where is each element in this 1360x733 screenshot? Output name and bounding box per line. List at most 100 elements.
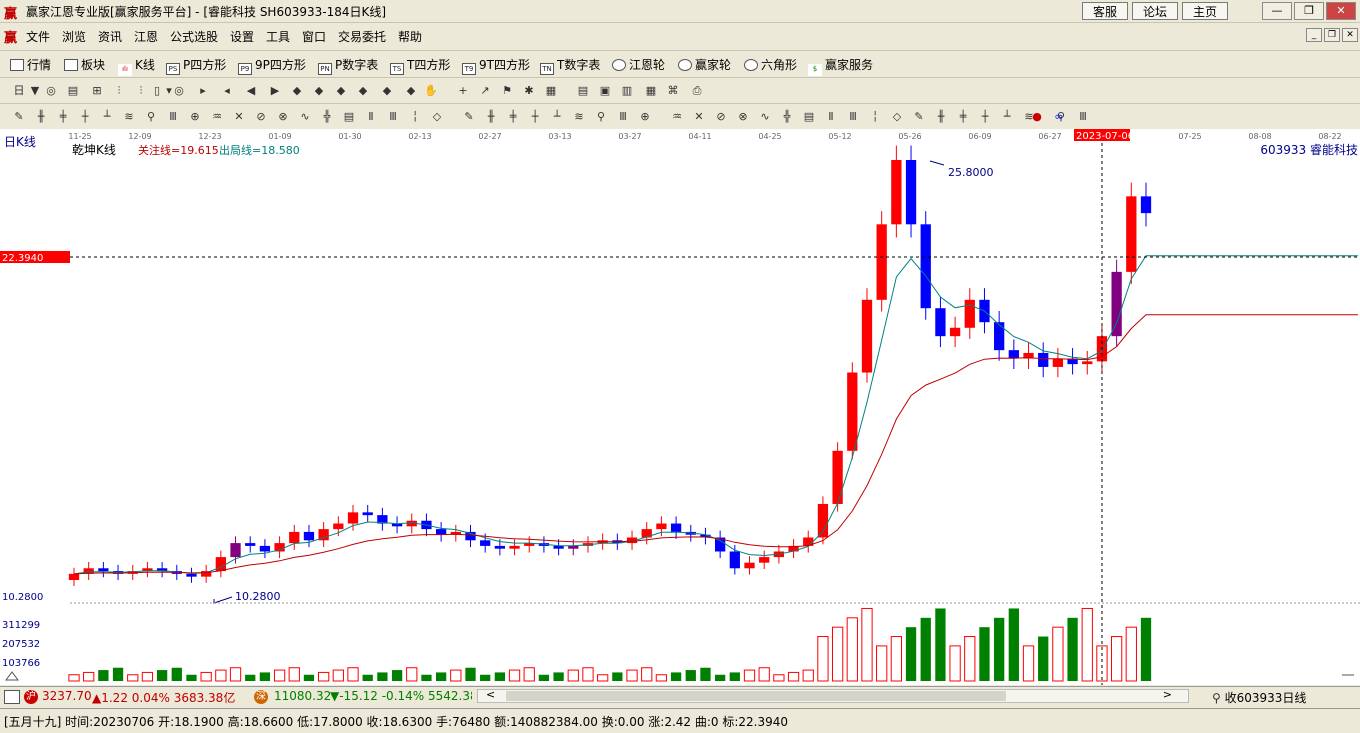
- toolbar2-tool-icon[interactable]: ↗: [478, 84, 492, 98]
- toolbar3-tool-icon[interactable]: ⊗: [736, 110, 750, 124]
- forum-button[interactable]: 论坛: [1132, 2, 1178, 20]
- menu-formula[interactable]: 公式选股: [170, 28, 218, 45]
- toolbar3-tool-icon[interactable]: ┴: [550, 110, 564, 124]
- toolbar2-tool-icon[interactable]: ✱: [522, 84, 536, 98]
- menu-info[interactable]: 资讯: [98, 28, 122, 45]
- scroll-left-icon[interactable]: <: [486, 688, 495, 701]
- menu-gann[interactable]: 江恩: [134, 28, 158, 45]
- toolbar3-tool-icon[interactable]: ⊗: [276, 110, 290, 124]
- toolbar2-tool-icon[interactable]: ◆: [290, 84, 304, 98]
- toolbar3-tool-icon[interactable]: ✕: [232, 110, 246, 124]
- toolbar3-tool-icon[interactable]: ╪: [506, 110, 520, 124]
- toolbar2-tool-icon[interactable]: ▥: [620, 84, 634, 98]
- scroll-right-icon[interactable]: >: [1163, 688, 1172, 701]
- toolbar3-tool-icon[interactable]: ╪: [956, 110, 970, 124]
- toolbar2-tool-icon[interactable]: ⫶: [112, 84, 126, 98]
- toolbar2-tool-icon[interactable]: ◆: [380, 84, 394, 98]
- menu-help[interactable]: 帮助: [398, 28, 422, 45]
- toolbar3-tool-icon[interactable]: Ⅲ: [1076, 110, 1090, 124]
- toolbar3-tool-icon[interactable]: ✎: [12, 110, 26, 124]
- menu-window[interactable]: 窗口: [302, 28, 326, 45]
- toolbar3-tool-icon[interactable]: ┼: [78, 110, 92, 124]
- toolbar3-tool-icon[interactable]: Ⅱ: [824, 110, 838, 124]
- scroll-up-icon[interactable]: [5, 671, 19, 681]
- toolbar2-tool-icon[interactable]: ✋: [424, 84, 438, 98]
- mdi-restore-icon[interactable]: ❐: [1324, 28, 1340, 42]
- homepage-button[interactable]: 主页: [1182, 2, 1228, 20]
- toolbar3-tool-icon[interactable]: ╫: [934, 110, 948, 124]
- toolbar2-tool-icon[interactable]: ▦: [544, 84, 558, 98]
- menu-browse[interactable]: 浏览: [62, 28, 86, 45]
- toolbar3-tool-icon[interactable]: Ⅲ: [386, 110, 400, 124]
- toolbar3-tool-icon[interactable]: ⊘: [254, 110, 268, 124]
- toolbar2-tool-icon[interactable]: ⊞: [90, 84, 104, 98]
- tb-t-table[interactable]: TN T数字表: [540, 56, 600, 75]
- toolbar3-tool-icon[interactable]: ⚲: [144, 110, 158, 124]
- toolbar2-tool-icon[interactable]: ▶: [268, 84, 282, 98]
- tb-p-table[interactable]: PN P数字表: [318, 56, 378, 75]
- toolbar3-tool-icon[interactable]: ╬: [780, 110, 794, 124]
- toolbar3-tool-icon[interactable]: ⚲: [594, 110, 608, 124]
- toolbar3-tool-icon[interactable]: Ⅲ: [166, 110, 180, 124]
- toolbar3-tool-icon[interactable]: ◇: [430, 110, 444, 124]
- menu-settings[interactable]: 设置: [230, 28, 254, 45]
- chart-area[interactable]: 11-25 12-09 12-23 01-09 01-30 02-13 02-27 03-13…: [0, 129, 1360, 685]
- toolbar2-tool-icon[interactable]: ◆: [312, 84, 326, 98]
- toolbar3-tool-icon[interactable]: Ⅱ: [364, 110, 378, 124]
- toolbar2-tool-icon[interactable]: ◆: [356, 84, 370, 98]
- toolbar2-tool-icon[interactable]: ⫶: [134, 84, 148, 98]
- toolbar2-tool-icon[interactable]: ◎: [172, 84, 186, 98]
- menu-trade[interactable]: 交易委托: [338, 28, 386, 45]
- toolbar3-tool-icon[interactable]: ♒: [670, 110, 684, 124]
- infinity-icon[interactable]: ∞: [1052, 110, 1066, 124]
- tb-winner-wheel[interactable]: 赢家轮: [678, 56, 731, 73]
- toolbar3-tool-icon[interactable]: ✎: [462, 110, 476, 124]
- toolbar2-tool-icon[interactable]: ◆: [404, 84, 418, 98]
- toolbar3-tool-icon[interactable]: ╎: [408, 110, 422, 124]
- tb-sectors[interactable]: 板块: [64, 56, 105, 73]
- toolbar3-tool-icon[interactable]: ┴: [1000, 110, 1014, 124]
- kline-chart[interactable]: 11-25 12-09 12-23 01-09 01-30 02-13 02-27 03-13…: [0, 129, 1360, 685]
- tb-p-square[interactable]: PS P四方形: [166, 56, 226, 75]
- toolbar3-tool-icon[interactable]: ╪: [56, 110, 70, 124]
- tb-t-square[interactable]: TS T四方形: [390, 56, 450, 75]
- toolbar3-tool-icon[interactable]: ▤: [802, 110, 816, 124]
- toolbar3-tool-icon[interactable]: ⊘: [714, 110, 728, 124]
- horizontal-scrollbar[interactable]: < >: [477, 688, 1189, 703]
- toolbar2-tool-icon[interactable]: ◀: [244, 84, 258, 98]
- tb-quotes[interactable]: 行情: [10, 56, 51, 73]
- toolbar2-tool-icon[interactable]: ▦: [644, 84, 658, 98]
- toolbar2-tool-icon[interactable]: ▣: [598, 84, 612, 98]
- toolbar3-tool-icon[interactable]: ╬: [320, 110, 334, 124]
- toolbar2-tool-icon[interactable]: ▼: [28, 84, 42, 98]
- scroll-thumb[interactable]: [506, 691, 1006, 701]
- toolbar3-tool-icon[interactable]: ╫: [484, 110, 498, 124]
- toolbar3-tool-icon[interactable]: ┼: [978, 110, 992, 124]
- toolbar3-tool-icon[interactable]: ≋: [122, 110, 136, 124]
- toolbar2-tool-icon[interactable]: ⎙: [690, 84, 704, 98]
- toolbar3-tool-icon[interactable]: ∿: [758, 110, 772, 124]
- minimize-icon[interactable]: —: [1262, 2, 1292, 20]
- toolbar2-tool-icon[interactable]: ▸: [196, 84, 210, 98]
- toolbar3-tool-icon[interactable]: ✕: [692, 110, 706, 124]
- toolbar3-tool-icon[interactable]: Ⅲ: [616, 110, 630, 124]
- toolbar3-tool-icon[interactable]: ┴: [100, 110, 114, 124]
- mdi-close-icon[interactable]: ✕: [1342, 28, 1358, 42]
- toolbar2-tool-icon[interactable]: 日: [12, 84, 26, 98]
- toolbar3-tool-icon[interactable]: ◇: [890, 110, 904, 124]
- toolbar3-tool-icon[interactable]: ⊕: [638, 110, 652, 124]
- pie-icon[interactable]: ●: [1030, 110, 1044, 124]
- tb-gann-wheel[interactable]: 江恩轮: [612, 56, 665, 73]
- toolbar2-tool-icon[interactable]: ▤: [66, 84, 80, 98]
- toolbar3-tool-icon[interactable]: ∿: [298, 110, 312, 124]
- tb-winner-service[interactable]: $ 赢家服务: [808, 56, 873, 76]
- toolbar2-tool-icon[interactable]: +: [456, 84, 470, 98]
- toolbar2-tool-icon[interactable]: ▤: [576, 84, 590, 98]
- toolbar2-tool-icon[interactable]: ◂: [220, 84, 234, 98]
- customer-service-button[interactable]: 客服: [1082, 2, 1128, 20]
- menu-file[interactable]: 文件: [26, 28, 50, 45]
- maximize-icon[interactable]: ❐: [1294, 2, 1324, 20]
- toolbar2-tool-icon[interactable]: ⌘: [666, 84, 680, 98]
- tb-kline[interactable]: ılı K线: [118, 56, 155, 76]
- tb-hexagon[interactable]: 六角形: [744, 56, 797, 73]
